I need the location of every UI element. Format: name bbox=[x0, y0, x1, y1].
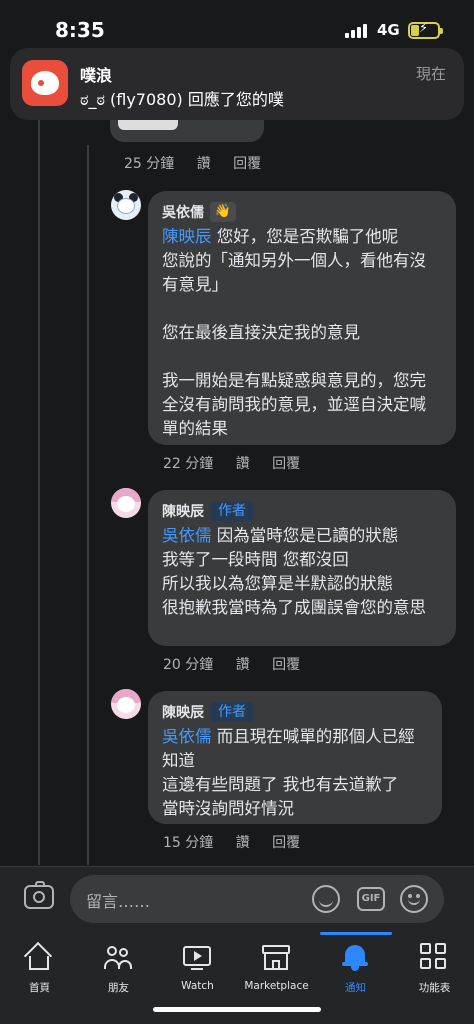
tab-label: 通知 bbox=[345, 982, 366, 994]
watch-icon bbox=[182, 942, 212, 972]
reply-button[interactable]: 回覆 bbox=[233, 156, 261, 172]
like-button[interactable]: 讚 bbox=[236, 657, 250, 673]
comment-bubble: 吳依儒 👋 陳映辰 您好，您是否欺騙了他呢 您說的「通知另外一個人，看他有沒有意… bbox=[148, 191, 456, 445]
author-badge: 作者 bbox=[210, 702, 254, 722]
avatar[interactable] bbox=[111, 488, 141, 518]
tab-label: 朋友 bbox=[108, 982, 129, 994]
comment-body: 您好，您是否欺騙了他呢 您說的「通知另外一個人，看他有沒有意見」 您在最後直接決… bbox=[162, 227, 426, 438]
like-button[interactable]: 讚 bbox=[197, 156, 211, 172]
wave-icon: 👋 bbox=[210, 202, 236, 222]
comment-time: 15 分鐘 bbox=[163, 835, 214, 851]
home-icon bbox=[23, 941, 54, 972]
comment-meta: 20 分鐘 讚 回覆 bbox=[163, 654, 318, 674]
author-badge: 作者 bbox=[210, 501, 254, 521]
tab-home[interactable]: 首頁 bbox=[0, 932, 79, 1002]
comment-author[interactable]: 吳依儒 bbox=[162, 202, 204, 222]
comment-bubble: 陳映辰 作者 吳依儒 因為當時您是已讀的狀態 我等了一段時間 您都沒回 所以我以… bbox=[148, 490, 456, 646]
push-notification[interactable]: 噗浪 現在 ಠ_ಠ (fly7080) 回應了您的噗 bbox=[10, 48, 464, 120]
like-button[interactable]: 讚 bbox=[236, 835, 250, 851]
home-indicator bbox=[153, 1007, 321, 1012]
plurk-app-icon bbox=[22, 60, 68, 106]
comment-text: 吳依儒 而且現在喊單的那個人已經知道 這邊有些問題了 我也有去道歉了 當時沒詢問… bbox=[162, 725, 428, 821]
comment-composer: 留言…… GIF bbox=[0, 866, 474, 932]
reply-button[interactable]: 回覆 bbox=[272, 456, 300, 472]
tab-marketplace[interactable]: Marketplace bbox=[237, 932, 316, 1002]
comment-time: 25 分鐘 bbox=[124, 156, 175, 172]
signal-icon bbox=[345, 24, 371, 38]
comment-meta: 25 分鐘 讚 回覆 bbox=[124, 153, 279, 173]
notification-app-name: 噗浪 bbox=[80, 66, 113, 85]
comment-input[interactable]: 留言…… GIF bbox=[70, 875, 444, 923]
tab-watch[interactable]: Watch bbox=[158, 932, 237, 1002]
mention-link[interactable]: 吳依儒 bbox=[162, 526, 212, 545]
avatar[interactable] bbox=[111, 190, 141, 220]
network-type: 4G bbox=[377, 21, 400, 39]
bell-icon bbox=[340, 942, 370, 972]
status-bar: 8:35 4G ⚡ bbox=[0, 0, 474, 50]
comment-meta: 15 分鐘 讚 回覆 bbox=[163, 832, 318, 852]
notification-time: 現在 bbox=[415, 65, 446, 83]
comment-author[interactable]: 陳映辰 bbox=[162, 501, 204, 521]
tab-friends[interactable]: 朋友 bbox=[79, 932, 158, 1002]
reply-button[interactable]: 回覆 bbox=[272, 657, 300, 673]
tab-notifications[interactable]: 通知 bbox=[316, 932, 395, 1002]
tab-label: Marketplace bbox=[244, 980, 309, 992]
previous-comment-card[interactable] bbox=[110, 118, 264, 142]
comment-time: 20 分鐘 bbox=[163, 657, 214, 673]
comment-placeholder: 留言…… bbox=[86, 892, 151, 911]
comment-text: 陳映辰 您好，您是否欺騙了他呢 您說的「通知另外一個人，看他有沒有意見」 您在最… bbox=[162, 225, 442, 441]
avatar[interactable] bbox=[111, 689, 141, 719]
comment-time: 22 分鐘 bbox=[163, 456, 214, 472]
camera-icon[interactable] bbox=[24, 881, 54, 909]
comment-author[interactable]: 陳映辰 bbox=[162, 702, 204, 722]
tab-menu[interactable]: 功能表 bbox=[395, 932, 474, 1002]
thread-line bbox=[87, 145, 89, 865]
friends-icon bbox=[103, 942, 133, 972]
tab-label: 功能表 bbox=[418, 982, 451, 994]
comment-text: 吳依儒 因為當時您是已讀的狀態 我等了一段時間 您都沒回 所以我以為您算是半默認… bbox=[162, 524, 442, 620]
gif-icon[interactable]: GIF bbox=[357, 887, 385, 911]
status-time: 8:35 bbox=[55, 18, 105, 42]
sticker-icon[interactable] bbox=[312, 885, 340, 913]
comment-meta: 22 分鐘 讚 回覆 bbox=[163, 453, 318, 473]
mention-link[interactable]: 陳映辰 bbox=[162, 227, 212, 246]
menu-grid-icon bbox=[419, 942, 449, 972]
reply-button[interactable]: 回覆 bbox=[272, 835, 300, 851]
thread-line bbox=[38, 120, 40, 865]
tab-label: 首頁 bbox=[29, 982, 50, 994]
battery-icon: ⚡ bbox=[408, 21, 443, 39]
emoji-icon[interactable] bbox=[400, 885, 428, 913]
comment-bubble: 陳映辰 作者 吳依儒 而且現在喊單的那個人已經知道 這邊有些問題了 我也有去道歉… bbox=[148, 691, 442, 824]
marketplace-icon bbox=[261, 942, 291, 972]
mention-link[interactable]: 吳依儒 bbox=[162, 727, 212, 746]
tab-label: Watch bbox=[181, 980, 214, 992]
notification-body: ಠ_ಠ (fly7080) 回應了您的噗 bbox=[80, 90, 284, 109]
like-button[interactable]: 讚 bbox=[236, 456, 250, 472]
